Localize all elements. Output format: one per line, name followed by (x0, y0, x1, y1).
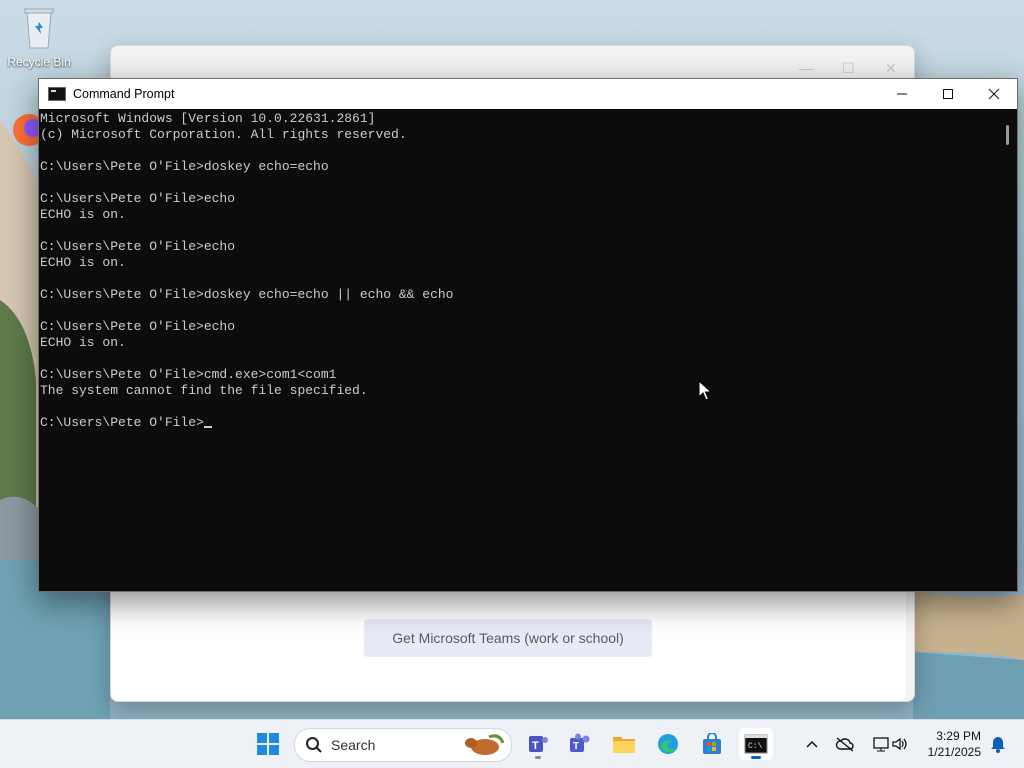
network-icon (873, 737, 889, 752)
command-prompt-icon (48, 87, 66, 101)
active-indicator (751, 756, 761, 759)
get-teams-button[interactable]: Get Microsoft Teams (work or school) (364, 619, 652, 657)
quick-settings-button[interactable] (862, 728, 918, 760)
teams-content: Get Microsoft Teams (work or school) (111, 591, 906, 701)
console-line: C:\Users\Pete O'File>doskey echo=echo (40, 159, 329, 174)
vertical-scrollbar[interactable] (1000, 109, 1017, 591)
notifications-button[interactable] (986, 728, 1010, 760)
chevron-up-icon (806, 740, 818, 748)
close-icon: ✕ (885, 60, 897, 76)
console-line: Microsoft Windows [Version 10.0.22631.28… (40, 111, 376, 126)
minimize-button[interactable] (879, 79, 925, 109)
minimize-icon: — (799, 60, 813, 76)
close-button[interactable] (971, 79, 1017, 109)
svg-text:T: T (573, 741, 579, 752)
close-icon (988, 88, 1000, 100)
console-line: (c) Microsoft Corporation. All rights re… (40, 127, 407, 142)
console-line: C:\Users\Pete O'File>doskey echo=echo ||… (40, 287, 454, 302)
clock-date: 1/21/2025 (927, 745, 981, 759)
svg-text:C:\: C:\ (748, 742, 763, 751)
console-line: ECHO is on. (40, 255, 126, 270)
terminal-icon: C:\ (744, 734, 768, 754)
mouse-pointer-icon (698, 380, 712, 401)
taskbar-edge[interactable] (651, 728, 685, 760)
volume-icon (892, 737, 907, 751)
svg-text:T: T (532, 740, 539, 752)
search-highlight-icon (465, 734, 505, 755)
taskbar-store[interactable] (695, 728, 729, 760)
text-cursor (203, 426, 212, 428)
minimize-icon (897, 93, 907, 95)
console-prompt: C:\Users\Pete O'File> (40, 415, 204, 430)
recycle-bin-icon (24, 8, 54, 49)
command-prompt-window[interactable]: Command Prompt Microsoft Windows [Versio… (38, 78, 1018, 592)
console-line: ECHO is on. (40, 335, 126, 350)
taskbar-terminal[interactable]: C:\ (739, 728, 773, 760)
console-line: C:\Users\Pete O'File>cmd.exe>com1<com1 (40, 367, 337, 382)
maximize-icon: ☐ (842, 60, 855, 76)
console-line: C:\Users\Pete O'File>echo (40, 319, 236, 334)
file-explorer-icon (613, 737, 635, 753)
scrollbar-thumb[interactable] (1006, 125, 1009, 145)
taskbar-teams-chat[interactable]: T (521, 728, 555, 760)
search-box[interactable]: Search (294, 728, 512, 762)
taskbar-file-explorer[interactable] (607, 728, 641, 760)
console-line: C:\Users\Pete O'File>echo (40, 239, 236, 254)
running-indicator (535, 756, 541, 759)
windows-logo-icon (257, 733, 279, 755)
search-label: Search (331, 737, 376, 753)
desktop-icon-label: Recycle Bin (7, 55, 71, 69)
clock[interactable]: 3:29 PM 1/21/2025 (928, 728, 981, 760)
window-title: Command Prompt (73, 87, 175, 101)
console-line: ECHO is on. (40, 207, 126, 222)
taskbar-teams[interactable]: T (563, 728, 597, 760)
maximize-button[interactable] (925, 79, 971, 109)
console-output[interactable]: Microsoft Windows [Version 10.0.22631.28… (39, 109, 1000, 591)
console-prompt-line[interactable]: C:\Users\Pete O'File> (40, 415, 1000, 431)
cloud-offline-icon (835, 737, 854, 752)
show-hidden-icons-button[interactable] (797, 728, 827, 760)
store-icon (703, 733, 721, 754)
edge-icon (658, 734, 678, 754)
console-line: The system cannot find the file specifie… (40, 383, 368, 398)
taskbar: Search T T C:\ 3:29 PM 1/21/2025 (0, 719, 1024, 768)
start-button[interactable] (251, 728, 285, 760)
search-icon (306, 737, 322, 753)
maximize-icon (943, 89, 953, 99)
teams-chat-icon: T (529, 736, 548, 752)
console-line: C:\Users\Pete O'File>echo (40, 191, 236, 206)
teams-icon: T (570, 733, 590, 752)
desktop-icon-recycle-bin[interactable]: Recycle Bin (1, 6, 77, 69)
bell-icon (991, 737, 1005, 753)
onedrive-status-button[interactable] (830, 728, 860, 760)
clock-time: 3:29 PM (936, 729, 981, 743)
title-bar[interactable]: Command Prompt (39, 79, 1017, 109)
